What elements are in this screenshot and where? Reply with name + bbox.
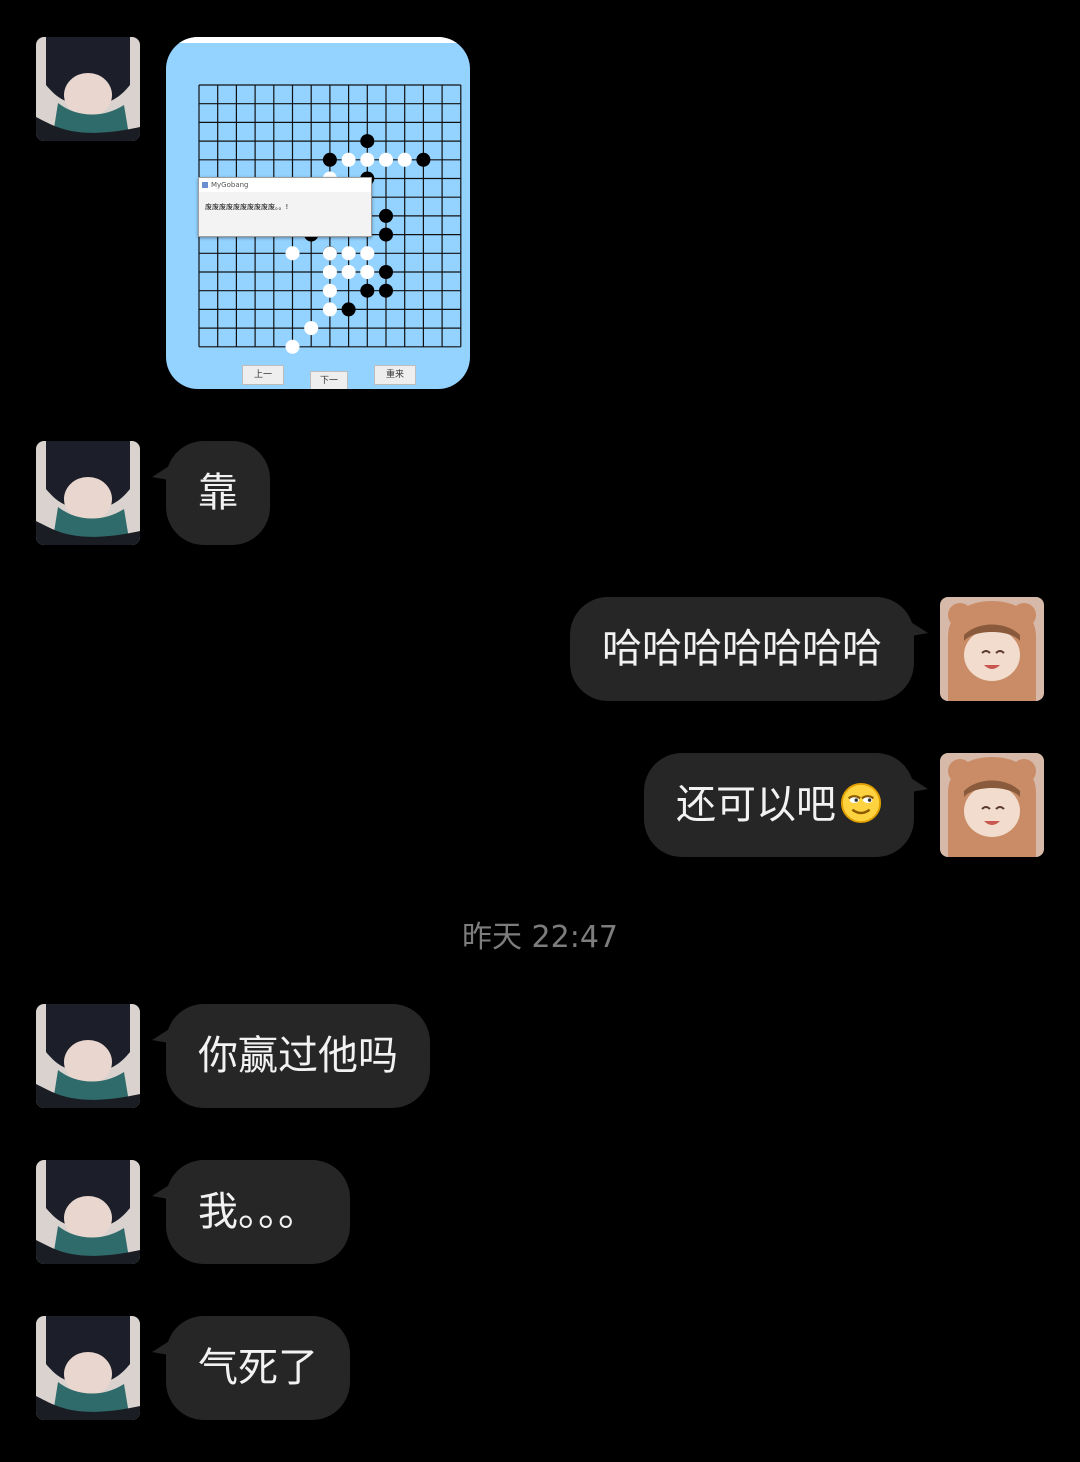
- white-stone: [379, 152, 393, 167]
- black-stone: [379, 265, 393, 279]
- black-stone: [379, 208, 393, 223]
- self-avatar[interactable]: [940, 597, 1044, 701]
- message-bubble[interactable]: 还可以吧: [644, 753, 928, 857]
- message-bubble[interactable]: 气死了: [152, 1316, 350, 1420]
- white-stone: [360, 152, 375, 167]
- white-stone: [341, 152, 356, 167]
- black-stone: [379, 227, 393, 242]
- contact-avatar[interactable]: [36, 1316, 140, 1420]
- contact-avatar[interactable]: [36, 1160, 140, 1264]
- white-stone: [322, 283, 337, 298]
- black-stone: [322, 152, 337, 167]
- black-stone: [416, 152, 431, 167]
- contact-avatar[interactable]: [36, 1004, 140, 1108]
- black-stone: [341, 302, 356, 317]
- white-stone: [322, 246, 337, 261]
- message-bubble[interactable]: 你赢过他吗: [152, 1004, 430, 1108]
- board-button-next: 下一: [310, 371, 348, 389]
- black-stone: [360, 283, 375, 298]
- contact-avatar[interactable]: [36, 441, 140, 545]
- message-bubble[interactable]: 我。。。: [152, 1160, 350, 1264]
- white-stone: [285, 339, 300, 354]
- timestamp: 昨天 22:47: [462, 920, 618, 955]
- message-bubble[interactable]: 哈哈哈哈哈哈哈: [570, 597, 928, 701]
- white-stone: [322, 265, 337, 279]
- white-stone: [360, 265, 375, 279]
- board-button-prev: 上一: [242, 365, 284, 385]
- black-stone: [360, 134, 375, 149]
- self-avatar[interactable]: [940, 753, 1044, 857]
- dialog-text: 废废废废废废废废废废。。!: [205, 203, 289, 211]
- smirk-emoji-icon: [840, 782, 882, 824]
- message-text: 还可以吧: [676, 782, 836, 828]
- white-stone: [285, 246, 300, 261]
- white-stone: [360, 246, 375, 261]
- game-dialog: MyGobang 废废废废废废废废废废。。!: [198, 177, 372, 237]
- message-bubble[interactable]: 靠: [152, 441, 270, 545]
- white-stone: [397, 152, 412, 167]
- white-stone: [341, 246, 356, 261]
- black-stone: [379, 283, 393, 298]
- board-button-restart: 重来: [374, 365, 416, 385]
- white-stone: [341, 265, 356, 279]
- contact-avatar[interactable]: [36, 37, 140, 141]
- white-stone: [304, 321, 319, 336]
- dialog-title: MyGobang: [199, 178, 371, 192]
- white-stone: [322, 302, 337, 317]
- image-message[interactable]: MyGobang 废废废废废废废废废废。。! 上一 下一 重来: [166, 37, 470, 389]
